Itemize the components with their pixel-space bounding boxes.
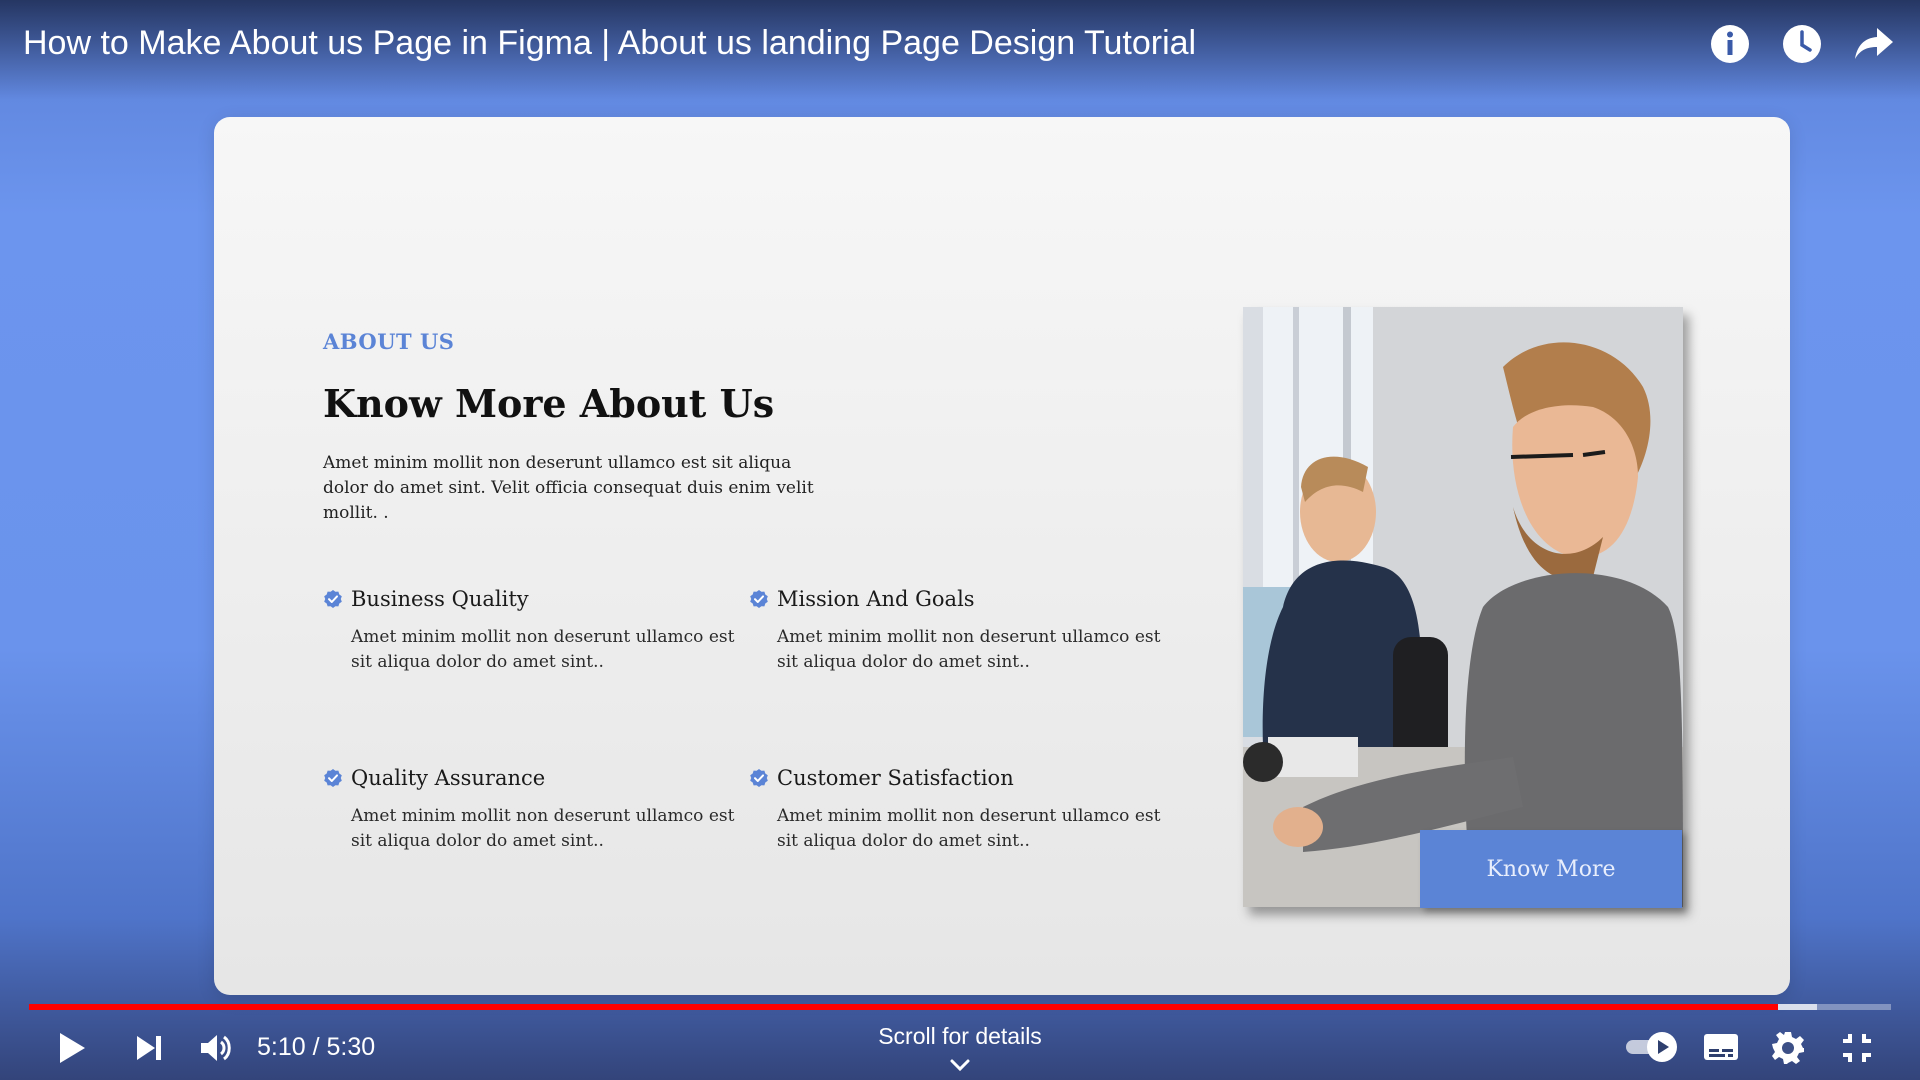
volume-icon[interactable]	[196, 1028, 236, 1068]
check-badge-icon	[750, 769, 768, 787]
exit-fullscreen-icon[interactable]	[1837, 1028, 1877, 1068]
feature-description: Amet minim mollit non deserunt ullamco e…	[777, 806, 1161, 851]
feature-description: Amet minim mollit non deserunt ullamco e…	[351, 627, 735, 672]
feature-title: Mission And Goals	[777, 587, 975, 611]
time-display: 5:10 / 5:30	[257, 1033, 376, 1061]
feature-title: Quality Assurance	[351, 766, 546, 790]
slide-card: ABOUT US Know More About Us Amet minim m…	[214, 117, 1790, 995]
progress-bar[interactable]	[29, 1004, 1891, 1010]
feature-item: Customer Satisfaction Amet minim mollit …	[749, 766, 1169, 854]
feature-item: Business Quality Amet minim mollit non d…	[323, 587, 743, 675]
intro-paragraph: Amet minim mollit non deserunt ullamco e…	[323, 453, 814, 523]
info-icon[interactable]	[1708, 22, 1752, 66]
subtitles-icon[interactable]	[1701, 1030, 1741, 1064]
check-badge-icon	[324, 590, 342, 608]
autoplay-toggle-icon[interactable]	[1624, 1030, 1680, 1064]
scroll-for-details[interactable]: Scroll for details	[860, 1023, 1060, 1050]
video-title[interactable]: How to Make About us Page in Figma | Abo…	[23, 24, 1196, 63]
eyebrow-label: ABOUT US	[323, 329, 455, 354]
settings-icon[interactable]	[1768, 1028, 1808, 1068]
office-photo	[1243, 307, 1683, 907]
feature-description: Amet minim mollit non deserunt ullamco e…	[777, 627, 1161, 672]
feature-item: Quality Assurance Amet minim mollit non …	[323, 766, 743, 854]
next-icon[interactable]	[129, 1028, 169, 1068]
feature-description: Amet minim mollit non deserunt ullamco e…	[351, 806, 735, 851]
clock-icon[interactable]	[1780, 22, 1824, 66]
top-icon-group	[1708, 22, 1896, 66]
know-more-button[interactable]: Know More	[1420, 830, 1682, 908]
check-badge-icon	[750, 590, 768, 608]
feature-item: Mission And Goals Amet minim mollit non …	[749, 587, 1169, 675]
progress-played	[29, 1004, 1779, 1010]
play-icon[interactable]	[52, 1028, 92, 1068]
chevron-down-icon[interactable]	[948, 1057, 972, 1073]
feature-title: Customer Satisfaction	[777, 766, 1014, 790]
page-headline: Know More About Us	[323, 381, 775, 426]
check-badge-icon	[324, 769, 342, 787]
feature-title: Business Quality	[351, 587, 529, 611]
player-controls: 5:10 / 5:30 Scroll for details	[0, 1015, 1920, 1080]
share-icon[interactable]	[1852, 22, 1896, 66]
player-top-bar: How to Make About us Page in Figma | Abo…	[0, 0, 1920, 100]
